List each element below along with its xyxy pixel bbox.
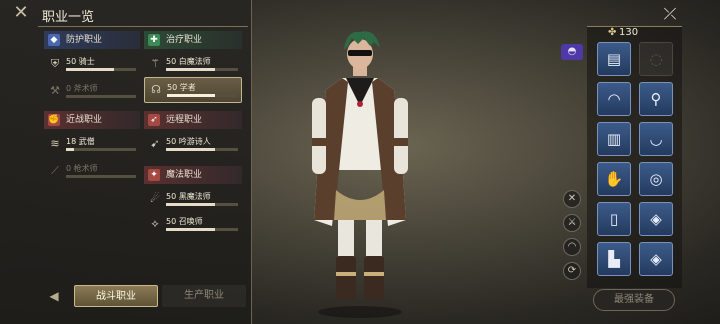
category-melee-label: 近战职业	[66, 115, 103, 125]
glamour-hat-icon[interactable]: ◓	[561, 44, 583, 60]
bard-icon: ➹	[150, 137, 160, 150]
slot-bracelets[interactable]: ◎	[639, 162, 673, 196]
gloves-icon: ✋	[604, 170, 624, 188]
category-ranged-label: 远程职业	[166, 115, 203, 125]
character-model	[312, 31, 408, 318]
ring-icon: ◈	[650, 250, 662, 268]
body-armor-icon: ▥	[606, 130, 622, 148]
fist-icon: ✊	[48, 114, 60, 126]
ring-icon: ◈	[650, 210, 662, 228]
book-icon: ▤	[606, 50, 622, 68]
close-icon[interactable]: ✕	[10, 2, 32, 24]
spear-icon: ⟋	[51, 164, 59, 177]
slot-body[interactable]: ▥	[597, 122, 631, 156]
summoner-icon: ⟡	[151, 217, 159, 230]
bracelet-icon: ◎	[649, 170, 663, 188]
slot-head[interactable]: ◠	[597, 82, 631, 116]
rotate-view-icon[interactable]: ⟳	[563, 262, 581, 280]
blackmage-icon: ☄	[150, 192, 160, 205]
category-caster: ✦ 魔法职业	[144, 166, 242, 184]
shield-icon: ◆	[48, 34, 60, 46]
whitemage-icon: ⚚	[150, 57, 160, 70]
head-gear-icon: ◠	[607, 90, 621, 108]
monk-icon: ≋	[50, 137, 60, 150]
job-monk-label: 18 武僧	[66, 137, 95, 146]
panel-title: 职业一览	[42, 10, 95, 25]
item-level: 130	[619, 27, 639, 38]
job-lancer-label: 0 枪术师	[66, 164, 98, 173]
slot-necklace[interactable]: ◡	[639, 122, 673, 156]
tab-crafting[interactable]: 生产职业	[162, 285, 246, 307]
category-melee: ✊ 近战职业	[44, 111, 140, 129]
job-lancer-bar	[66, 175, 136, 178]
visor-toggle-icon[interactable]: ◠	[563, 238, 581, 256]
job-list-panel: ✕ 职业一览 ◆ 防护职业 ⛨ 50 骑士 ⚒ 0 斧术师 ✚ 治疗职业 ⚚ 5…	[0, 0, 252, 324]
job-scholar-label: 50 学者	[167, 83, 196, 92]
arrow-icon: ➶	[148, 114, 160, 126]
category-tank: ◆ 防护职业	[44, 31, 140, 49]
cross-icon: ✚	[148, 34, 160, 46]
slot-earrings[interactable]: ⚲	[639, 82, 673, 116]
job-summoner[interactable]: ⟡ 50 召唤师	[144, 212, 242, 238]
slot-off-hand[interactable]: ◌	[639, 42, 673, 76]
slot-main-hand[interactable]: ▤	[597, 42, 631, 76]
category-healer: ✚ 治疗职业	[144, 31, 242, 49]
job-whitemage[interactable]: ⚚ 50 白魔法师	[144, 52, 242, 78]
job-bard[interactable]: ➹ 50 吟游诗人	[144, 132, 242, 158]
weapon-toggle-icon[interactable]: ✕	[563, 190, 581, 208]
item-level-icon: ✤	[608, 27, 617, 38]
job-summoner-label: 50 召唤师	[166, 217, 203, 226]
job-marauder-label: 0 斧术师	[66, 84, 98, 93]
tab-combat[interactable]: 战斗职业	[74, 285, 158, 307]
category-ranged: ➶ 远程职业	[144, 111, 242, 129]
job-blackmage-bar	[166, 203, 238, 206]
earring-icon: ⚲	[650, 90, 662, 108]
magic-icon: ✦	[148, 169, 160, 181]
job-whitemage-label: 50 白魔法师	[166, 57, 211, 66]
slot-feet[interactable]: ▙	[597, 242, 631, 276]
job-lancer[interactable]: ⟋ 0 枪术师	[44, 159, 140, 185]
swords-close-icon[interactable]: ⤫	[660, 4, 680, 24]
job-whitemage-bar	[166, 68, 238, 71]
job-paladin[interactable]: ⛨ 50 骑士	[44, 52, 140, 78]
job-summoner-bar	[166, 228, 238, 231]
category-tank-label: 防护职业	[66, 35, 103, 45]
slot-hands[interactable]: ✋	[597, 162, 631, 196]
paladin-icon: ⛨	[50, 57, 60, 70]
job-monk[interactable]: ≋ 18 武僧	[44, 132, 140, 158]
job-monk-bar	[66, 148, 136, 151]
axe-icon: ⚒	[50, 84, 60, 97]
title-divider	[38, 26, 248, 27]
job-scholar-bar	[167, 94, 237, 97]
job-blackmage-label: 50 黑魔法师	[166, 192, 211, 201]
category-healer-label: 治疗职业	[166, 35, 203, 45]
slot-legs[interactable]: ▯	[597, 202, 631, 236]
job-paladin-label: 50 骑士	[66, 57, 95, 66]
sword-sheathe-icon[interactable]: ⚔	[563, 214, 581, 232]
empty-slot-icon: ◌	[649, 50, 663, 68]
legs-icon: ▯	[609, 210, 619, 228]
scholar-icon: ☊	[151, 83, 161, 96]
job-bard-label: 50 吟游诗人	[166, 137, 211, 146]
slot-ring-1[interactable]: ◈	[639, 202, 673, 236]
slot-ring-2[interactable]: ◈	[639, 242, 673, 276]
job-marauder[interactable]: ⚒ 0 斧术师	[44, 79, 140, 105]
tab-ornament-icon: ◀	[49, 289, 59, 303]
job-paladin-bar	[66, 68, 136, 71]
job-blackmage[interactable]: ☄ 50 黑魔法师	[144, 187, 242, 213]
necklace-icon: ◡	[649, 130, 663, 148]
category-caster-label: 魔法职业	[166, 170, 203, 180]
best-equipment-button[interactable]: 最强装备	[593, 289, 675, 311]
job-scholar[interactable]: ☊ 50 学者	[144, 77, 242, 103]
job-bard-bar	[166, 148, 238, 151]
job-type-tabs: ◀ 战斗职业 生产职业	[38, 285, 248, 307]
job-marauder-bar	[66, 95, 136, 98]
boots-icon: ▙	[608, 250, 620, 268]
